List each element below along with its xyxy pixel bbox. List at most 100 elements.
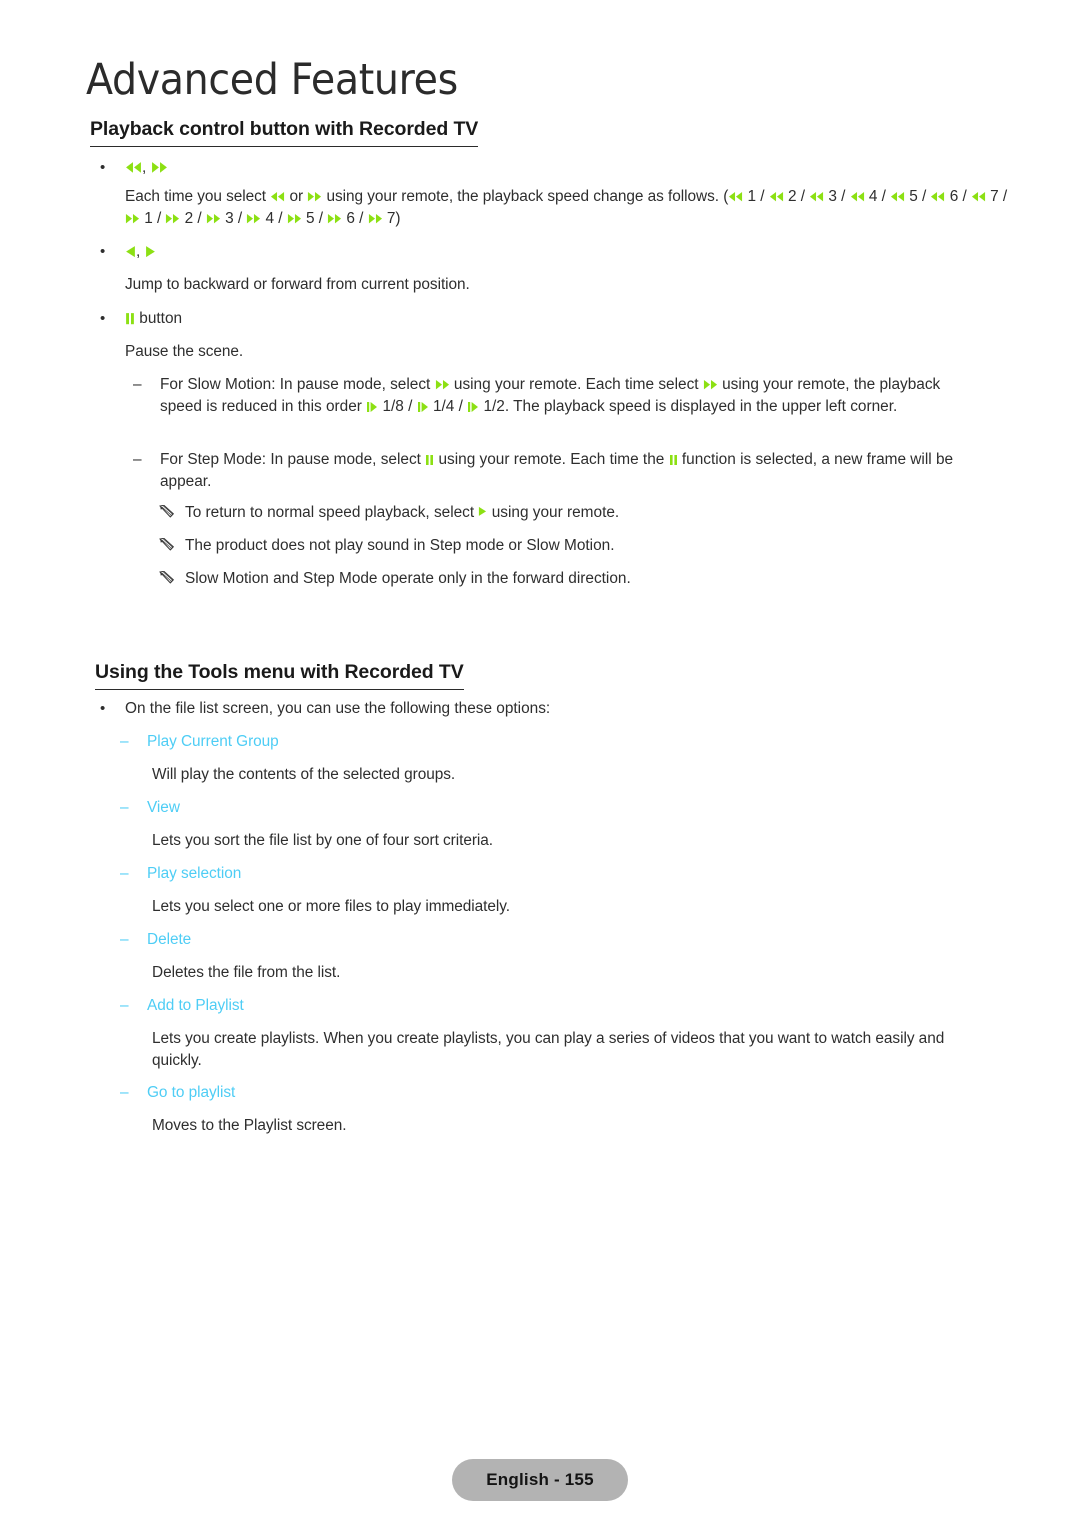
option-go-to-playlist[interactable]: – Go to playlist [120,1082,920,1104]
rewind-icon [850,191,865,202]
rewind-icon [270,191,285,202]
fast-forward-icon [307,191,322,202]
rewind-icon [809,191,824,202]
bullet-icons: , [125,157,500,178]
sequence-separator: / [877,188,891,205]
speed-step: 6 [930,188,958,205]
sequence-separator: / [917,188,931,205]
bullet-marker: • [100,310,106,327]
speed-step: 1 [728,188,756,205]
speed-step: 1 [125,210,153,227]
speed-step: 1/8 [366,398,404,415]
speed-step: 3 [206,210,234,227]
speed-step-label: 4 [261,209,275,227]
sequence-separator: / [274,209,287,227]
dash-marker: – [120,799,129,816]
option-label: Delete [147,931,192,948]
option-label: View [147,799,180,816]
sequence-separator: / [998,188,1008,205]
sequence-separator: / [796,188,810,205]
option-label: Go to playlist [147,1084,236,1101]
bullet-jump: • , [100,241,500,262]
fast-forward-icon [246,213,261,224]
option-label: Add to Playlist [147,997,244,1014]
icon-separator: , [142,159,151,176]
option-delete[interactable]: – Delete [120,929,920,951]
note-text-1: To return to normal speed playback, sele… [185,504,479,521]
step-mode-item: – For Step Mode: In pause mode, select u… [133,449,983,492]
speed-step: 7 [368,209,396,227]
sequence-separator: / [233,209,247,227]
icon-separator: , [136,243,145,260]
step-text-1: For Step Mode: In pause mode, select [160,451,426,468]
fast-forward-icon [151,161,168,174]
manual-page: Advanced Features Playback control butto… [0,0,1080,1534]
slow-motion-icon [366,401,378,412]
bullet-icons: , [125,241,500,262]
slow-motion-item: – For Slow Motion: In pause mode, select… [133,374,983,417]
option-view[interactable]: – View [120,797,920,819]
sequence-separator: / [836,188,850,205]
slow-text-2: using your remote. Each time select [449,376,703,393]
pause-icon [125,312,135,325]
speed-step-label: 5 [905,188,918,205]
sequence-separator: / [403,397,417,415]
dash-marker: – [133,376,142,393]
dash-marker: – [120,733,129,750]
option-description: Lets you sort the file list by one of fo… [152,832,494,849]
desc-text-3: using your remote, the playback speed ch… [322,188,729,205]
rewind-forward-description: Each time you select or using your remot… [125,186,1015,229]
option-description: Lets you create playlists. When you crea… [152,1030,945,1069]
speed-step: 5 [287,210,315,227]
fast-forward-icon [165,213,180,224]
option-play-current-group[interactable]: – Play Current Group [120,731,920,753]
slow-motion-icon [467,401,479,412]
jump-backward-icon [125,245,136,258]
note-text: The product does not play sound in Step … [185,537,615,554]
speed-step: 2 [165,210,193,227]
slow-speed-sequence: 1/8 / 1/4 / 1/2 [366,398,505,415]
speed-step: 4 [246,210,274,227]
option-description: Deletes the file from the list. [152,964,341,981]
option-add-to-playlist[interactable]: – Add to Playlist [120,995,920,1017]
option-description: Lets you select one or more files to pla… [152,898,511,915]
rewind-icon [769,191,784,202]
pause-icon [669,454,678,465]
page-title: Advanced Features [86,55,458,105]
speed-step-label: 1/4 [428,397,455,415]
section-heading-tools-menu: Using the Tools menu with Recorded TV [95,661,464,690]
fast-forward-icon [206,213,221,224]
desc-text-2: or [285,188,308,205]
speed-step-label: 6 [342,209,355,227]
note-item: To return to normal speed playback, sele… [158,502,1008,524]
bullet-pause-label: button [125,308,500,329]
fast-forward-icon [368,213,383,224]
jump-description: Jump to backward or forward from current… [125,276,470,293]
option-play-selection[interactable]: – Play selection [120,863,920,885]
speed-step: 5 [890,188,918,205]
speed-step: 7 [971,188,999,205]
dash-marker: – [120,997,129,1014]
rewind-icon [890,191,905,202]
option-description: Will play the contents of the selected g… [152,766,456,783]
section-heading-playback-control: Playback control button with Recorded TV [90,118,478,147]
bullet-pause: • button [100,308,500,329]
rewind-icon [728,191,743,202]
speed-step-label: 4 [864,188,878,205]
play-icon [478,506,487,518]
desc-text-1: Each time you select [125,188,271,205]
fast-forward-icon [703,379,718,390]
speed-step-label: 2 [180,209,194,227]
pause-description: Pause the scene. [125,343,244,360]
slow-motion-icon [417,401,429,412]
speed-step-label: 7 [985,188,999,205]
dash-marker: – [120,931,129,948]
tools-intro: • On the file list screen, you can use t… [100,698,980,719]
footer-label: English - 155 [486,1470,594,1489]
speed-step-label: 7 [382,209,396,227]
dash-marker: – [120,865,129,882]
note-text: Slow Motion and Step Mode operate only i… [185,570,631,587]
rewind-icon [930,191,945,202]
sequence-separator: / [193,209,206,227]
dash-marker: – [133,451,142,468]
